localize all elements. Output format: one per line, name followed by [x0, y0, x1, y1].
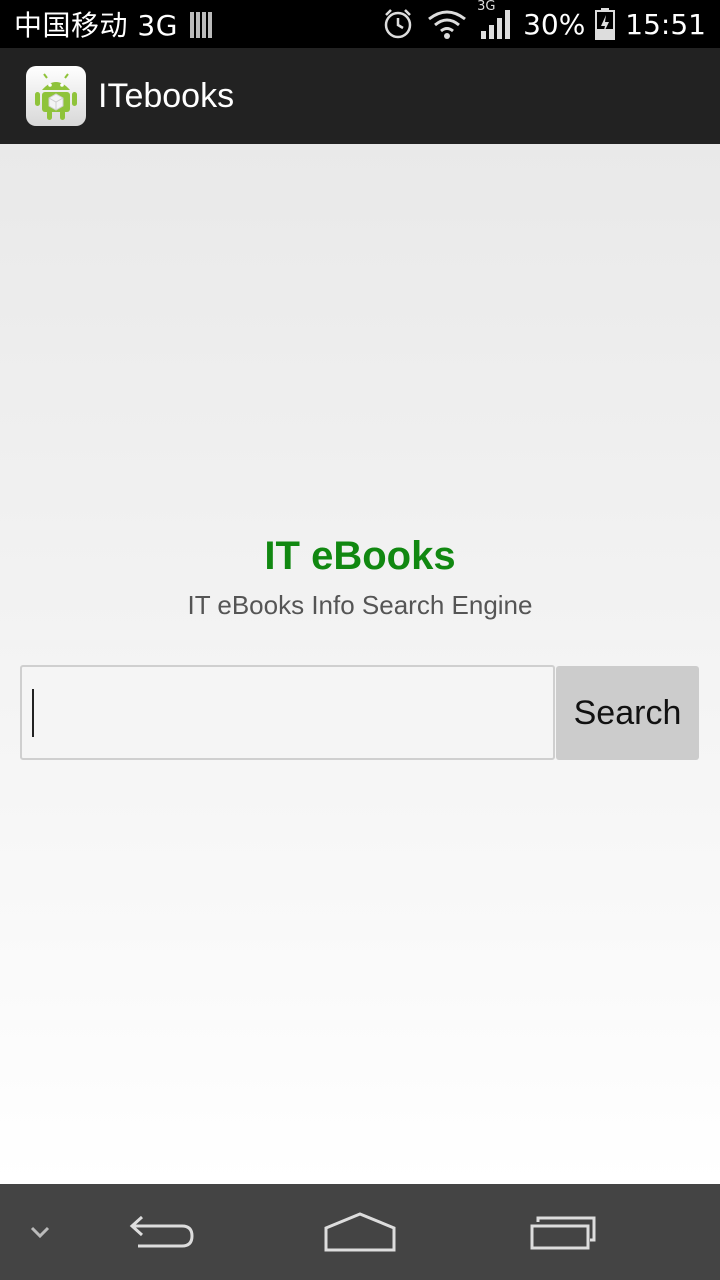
main-content: IT eBooks IT eBooks Info Search Engine S…: [0, 144, 720, 1184]
app-title: ITebooks: [98, 76, 235, 115]
clock-label: 15:51: [625, 7, 706, 41]
wifi-icon: [425, 7, 469, 41]
signal-icon: 3G: [477, 0, 513, 41]
page-heading: IT eBooks: [264, 534, 456, 578]
sim-icon: [189, 10, 212, 38]
action-bar: ITebooks: [0, 48, 720, 144]
recent-apps-icon[interactable]: [522, 1184, 602, 1280]
alarm-icon: [381, 7, 415, 41]
search-button[interactable]: Search: [556, 666, 699, 760]
android-app-icon[interactable]: [26, 66, 86, 126]
battery-label: 30%: [523, 7, 586, 41]
text-cursor: [32, 689, 34, 737]
network-type-label: 3G: [477, 0, 496, 14]
page-subheading: IT eBooks Info Search Engine: [187, 590, 533, 620]
back-icon[interactable]: [120, 1184, 200, 1280]
chevron-down-icon[interactable]: [20, 1184, 60, 1280]
home-icon[interactable]: [318, 1184, 402, 1280]
carrier-label: 中国移动 3G: [14, 9, 178, 42]
navigation-bar: [0, 1184, 720, 1280]
status-bar: 中国移动 3G 3G 30% 15:51: [0, 0, 720, 48]
search-input[interactable]: [20, 665, 555, 760]
battery-charging-icon: [595, 8, 616, 40]
